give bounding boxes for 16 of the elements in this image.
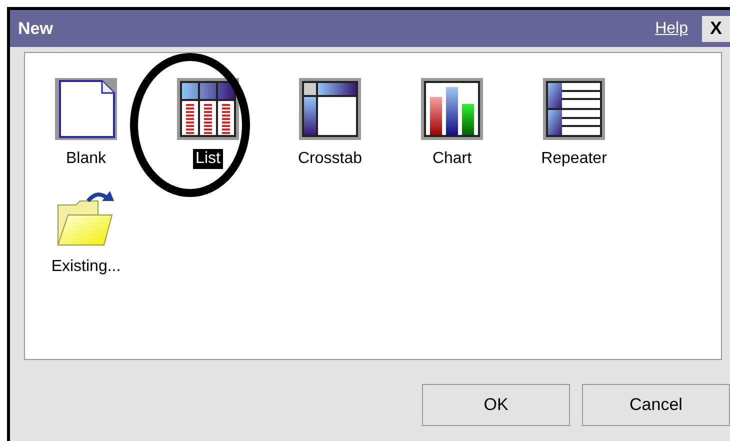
bar-chart-icon [420, 77, 484, 141]
blank-page-icon [54, 77, 118, 141]
crosstab-icon [298, 77, 362, 141]
repeater-icon [542, 77, 606, 141]
dialog-button[interactable]: Cancel [582, 384, 730, 426]
help-link[interactable]: Help [655, 16, 688, 40]
window-title: New [18, 18, 53, 40]
template-label[interactable]: Crosstab [294, 149, 366, 169]
template-label[interactable]: Chart [429, 149, 475, 169]
dialog-button[interactable]: OK [422, 384, 570, 426]
template-label[interactable]: Blank [62, 149, 110, 169]
close-button[interactable]: X [702, 16, 730, 42]
template-label[interactable]: List [192, 149, 224, 169]
template-label[interactable]: Existing... [48, 257, 124, 277]
template-label[interactable]: Repeater [538, 149, 610, 169]
list-table-icon [176, 77, 240, 141]
